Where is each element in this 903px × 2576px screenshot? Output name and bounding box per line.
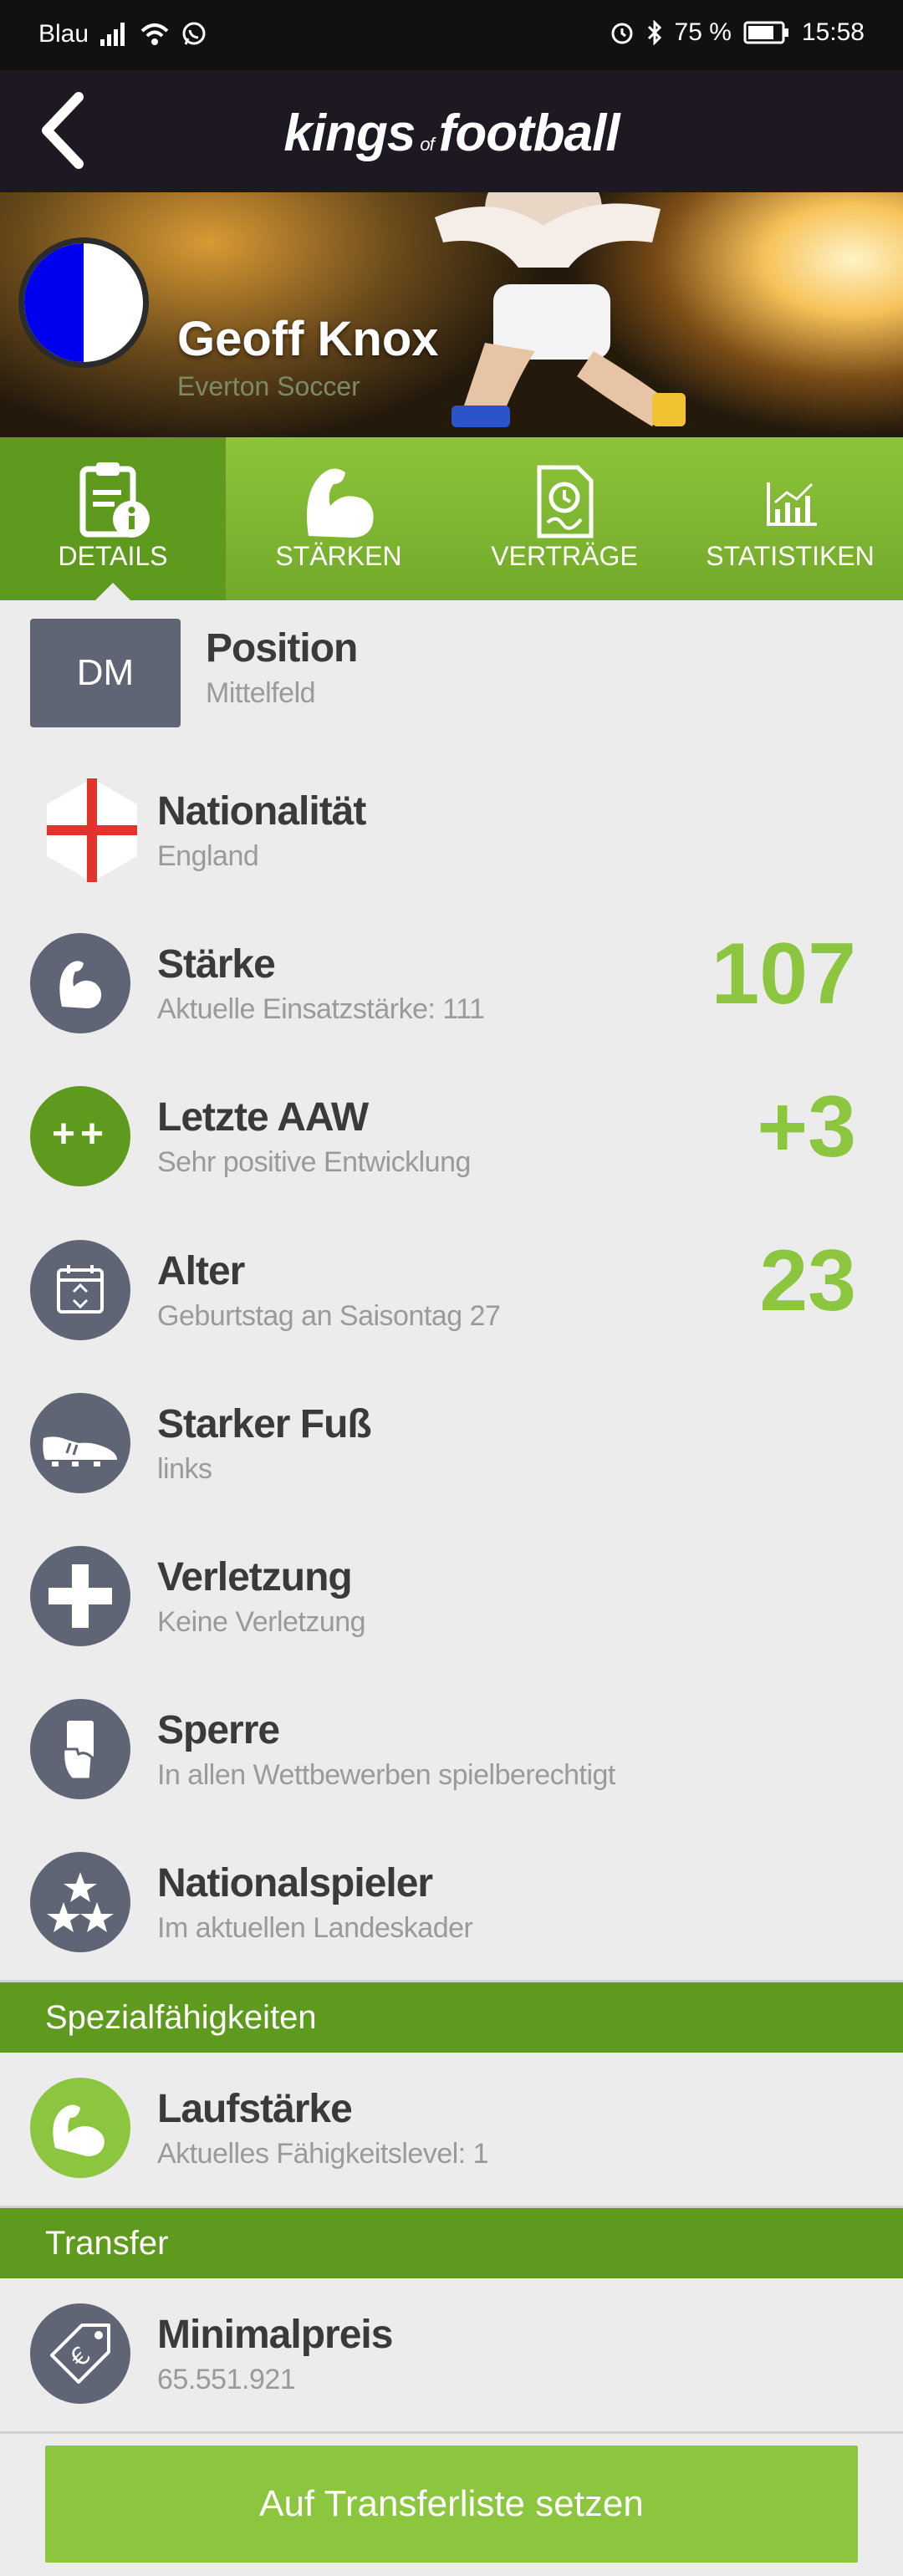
- bluetooth-icon: [647, 20, 661, 45]
- tab-statistiken[interactable]: STATISTIKEN: [677, 437, 903, 600]
- row-title: Minimalpreis: [157, 2313, 393, 2357]
- row-title: Letzte AAW: [157, 1095, 369, 1140]
- muscle-arm-badge-icon: [30, 2078, 130, 2178]
- row-title: Nationalspieler: [157, 1861, 433, 1905]
- club-badge: [18, 237, 149, 368]
- add-to-transfer-list-button[interactable]: Auf Transferliste setzen: [45, 2446, 858, 2563]
- row-subtitle: Sehr positive Entwicklung: [157, 1146, 471, 1178]
- age-row[interactable]: Alter Geburtstag an Saisontag 27 23: [0, 1215, 903, 1370]
- tab-vertraege[interactable]: VERTRÄGE: [452, 437, 677, 600]
- tab-bar: DETAILS STÄRKEN VERTRÄGE STATISTIKEN: [0, 437, 903, 600]
- row-subtitle: Aktuelle Einsatzstärke: 111: [157, 993, 485, 1025]
- min-price-row[interactable]: € Minimalpreis 65.551.921: [0, 2278, 903, 2434]
- contract-icon: [537, 465, 594, 538]
- player-photo: [435, 192, 686, 427]
- aaw-value: +3: [757, 1079, 856, 1176]
- card-hand-icon: [30, 1699, 130, 1799]
- clock: 15:58: [801, 18, 865, 46]
- battery-icon: [743, 21, 788, 44]
- suspension-row[interactable]: Sperre In allen Wettbewerben spielberech…: [0, 1674, 903, 1829]
- england-flag-icon: [47, 778, 137, 882]
- age-value: 23: [759, 1232, 856, 1329]
- row-subtitle: links: [157, 1453, 212, 1485]
- last-aaw-row[interactable]: ++ Letzte AAW Sehr positive Entwicklung …: [0, 1061, 903, 1217]
- position-badge: DM: [30, 619, 181, 727]
- tab-staerken[interactable]: STÄRKEN: [226, 437, 452, 600]
- row-subtitle: Geburtstag an Saisontag 27: [157, 1300, 501, 1332]
- tab-details[interactable]: DETAILS: [0, 437, 226, 600]
- row-title: Position: [206, 626, 358, 671]
- row-subtitle: Im aktuellen Landeskader: [157, 1912, 473, 1944]
- row-title: Verletzung: [157, 1555, 353, 1599]
- app-bar: kings offootball: [0, 70, 903, 192]
- row-subtitle: Keine Verletzung: [157, 1606, 366, 1638]
- app-logo: kings offootball: [283, 105, 620, 162]
- player-name: Geoff Knox: [177, 312, 439, 366]
- document-info-icon: [79, 462, 150, 538]
- stamina-row[interactable]: Laufstärke Aktuelles Fähigkeitslevel: 1: [0, 2053, 903, 2208]
- row-subtitle: Aktuelles Fähigkeitslevel: 1: [157, 2138, 489, 2170]
- strong-foot-row[interactable]: Starker Fuß links: [0, 1368, 903, 1523]
- row-title: Nationalität: [157, 789, 366, 834]
- signal-icon: [100, 23, 129, 46]
- strength-value: 107: [711, 926, 856, 1023]
- wifi-icon: [140, 23, 169, 45]
- chart-icon: [767, 482, 817, 526]
- row-title: Laufstärke: [157, 2087, 353, 2131]
- special-skills-header: Spezialfähigkeiten: [0, 1982, 903, 2053]
- calendar-icon: [30, 1240, 130, 1340]
- whatsapp-icon: [182, 22, 206, 45]
- status-bar: Blau 75 % 15:58: [0, 0, 903, 70]
- stars-icon: [30, 1852, 130, 1952]
- nationality-row[interactable]: Nationalität England: [0, 755, 903, 911]
- row-subtitle: In allen Wettbewerben spielberechtigt: [157, 1759, 615, 1791]
- plus-plus-icon: ++: [30, 1086, 130, 1186]
- row-title: Sperre: [157, 1708, 280, 1752]
- row-title: Starker Fuß: [157, 1402, 372, 1446]
- carrier-label: Blau: [38, 20, 89, 48]
- row-subtitle: Mittelfeld: [206, 677, 316, 709]
- price-tag-icon: €: [30, 2303, 130, 2404]
- national-player-row[interactable]: Nationalspieler Im aktuellen Landeskader: [0, 1827, 903, 1982]
- club-name: Everton Soccer: [177, 371, 360, 401]
- row-title: Stärke: [157, 942, 276, 987]
- position-row[interactable]: DM Position Mittelfeld: [0, 600, 903, 757]
- muscle-arm-icon: [307, 468, 374, 538]
- football-boot-icon: [30, 1393, 130, 1493]
- muscle-icon: [30, 933, 130, 1033]
- medical-cross-icon: [30, 1546, 130, 1646]
- battery-percent: 75 %: [674, 18, 732, 46]
- strength-row[interactable]: Stärke Aktuelle Einsatzstärke: 111 107: [0, 908, 903, 1064]
- injury-row[interactable]: Verletzung Keine Verletzung: [0, 1521, 903, 1676]
- player-header: Geoff Knox Everton Soccer: [0, 192, 903, 437]
- row-title: Alter: [157, 1249, 245, 1293]
- transfer-header: Transfer: [0, 2208, 903, 2278]
- row-subtitle: England: [157, 840, 259, 872]
- alarm-icon: [611, 23, 633, 44]
- row-subtitle: 65.551.921: [157, 2364, 296, 2395]
